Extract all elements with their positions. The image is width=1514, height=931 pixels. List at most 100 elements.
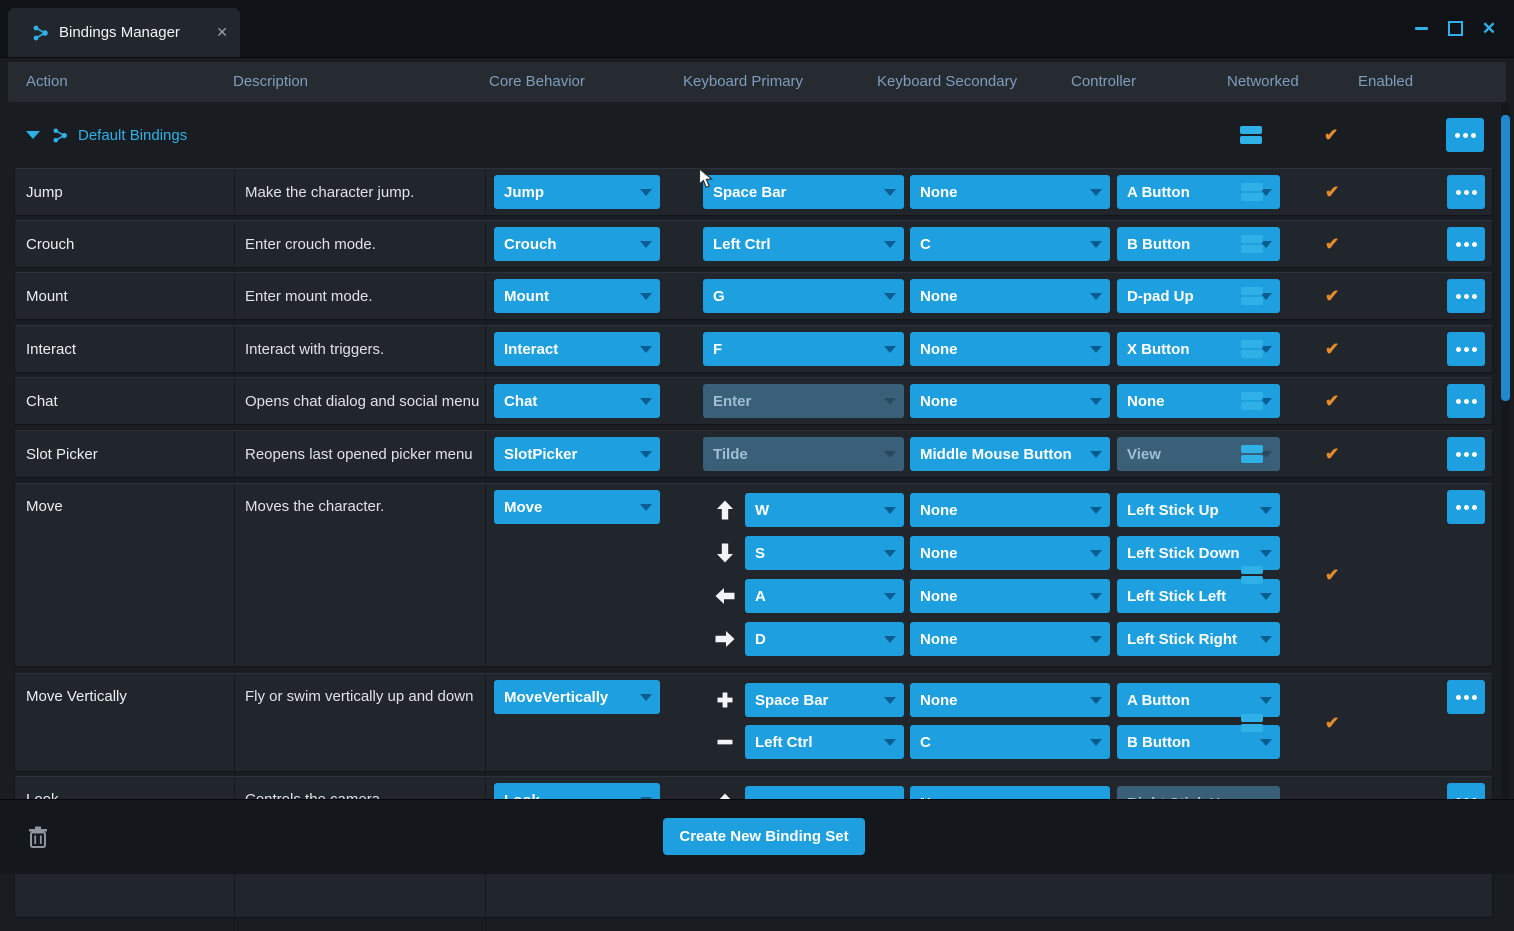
delete-binding-set-button[interactable] (28, 826, 48, 849)
tab-close-icon[interactable]: ✕ (216, 24, 228, 41)
dropdown-value: Mount (504, 288, 634, 305)
chevron-down-icon (1090, 550, 1102, 557)
more-options-button[interactable] (1447, 227, 1485, 261)
binding-row: Interact Interact with triggers. Interac… (14, 325, 1493, 373)
enabled-checkbox[interactable]: ✔ (1325, 714, 1339, 731)
keyboard-primary-dropdown[interactable]: Left Ctrl (745, 725, 904, 759)
enabled-checkbox[interactable]: ✔ (1325, 184, 1339, 201)
networked-icon[interactable] (1241, 286, 1263, 306)
enabled-checkbox[interactable]: ✔ (1324, 127, 1338, 144)
keyboard-secondary-dropdown[interactable]: Middle Mouse Button (910, 437, 1110, 471)
keyboard-primary-dropdown[interactable]: Left Ctrl (703, 227, 904, 261)
networked-icon[interactable] (1241, 713, 1263, 733)
keyboard-primary-dropdown[interactable]: S (745, 536, 904, 570)
keyboard-secondary-dropdown[interactable]: None (910, 493, 1110, 527)
action-name: Crouch (15, 221, 235, 267)
keyboard-primary-dropdown[interactable]: Tilde (703, 437, 904, 471)
networked-icon[interactable] (1241, 444, 1263, 464)
vertical-scrollbar-thumb[interactable] (1501, 115, 1510, 401)
controller-dropdown[interactable]: Left Stick Right (1117, 622, 1280, 656)
chevron-down-icon (884, 507, 896, 514)
more-options-button[interactable] (1447, 437, 1485, 471)
keyboard-primary-dropdown[interactable]: Space Bar (745, 683, 904, 717)
enabled-checkbox[interactable]: ✔ (1325, 567, 1339, 584)
more-options-button[interactable] (1447, 490, 1485, 524)
keyboard-secondary-dropdown[interactable]: None (910, 384, 1110, 418)
keyboard-primary-dropdown[interactable]: G (703, 279, 904, 313)
keyboard-primary-dropdown[interactable]: W (745, 493, 904, 527)
core-behavior-dropdown[interactable]: Mount (494, 279, 660, 313)
dropdown-value: Space Bar (713, 184, 878, 201)
networked-icon[interactable] (1241, 339, 1263, 359)
keyboard-primary-dropdown[interactable]: A (745, 579, 904, 613)
group-label: Default Bindings (78, 127, 187, 144)
create-new-binding-set-button[interactable]: Create New Binding Set (663, 818, 865, 855)
core-behavior-dropdown[interactable]: Crouch (494, 227, 660, 261)
chevron-down-icon (1260, 550, 1272, 557)
more-options-button[interactable] (1447, 680, 1485, 714)
arrow-down-icon (713, 543, 737, 563)
keyboard-secondary-dropdown[interactable]: C (910, 725, 1110, 759)
dropdown-value: Interact (504, 341, 634, 358)
collapse-toggle-icon[interactable] (26, 131, 40, 139)
keyboard-secondary-dropdown[interactable]: None (910, 683, 1110, 717)
col-networked: Networked (1227, 73, 1299, 90)
chevron-down-icon (1090, 593, 1102, 600)
dropdown-value: Move (504, 499, 634, 516)
keyboard-primary-dropdown[interactable]: D (745, 622, 904, 656)
maximize-button[interactable] (1446, 19, 1464, 37)
action-description: Opens chat dialog and social menu (235, 378, 486, 424)
networked-icon[interactable] (1241, 234, 1263, 254)
keyboard-secondary-dropdown[interactable]: None (910, 536, 1110, 570)
keyboard-primary-dropdown[interactable]: Enter (703, 384, 904, 418)
direction-row-down: S None Left Stick Down (660, 536, 1280, 570)
keyboard-secondary-dropdown[interactable]: C (910, 227, 1110, 261)
core-behavior-dropdown[interactable]: Interact (494, 332, 660, 366)
more-options-button[interactable] (1447, 175, 1485, 209)
keyboard-primary-dropdown[interactable]: F (703, 332, 904, 366)
keyboard-secondary-dropdown[interactable]: None (910, 579, 1110, 613)
chevron-down-icon (884, 189, 896, 196)
dropdown-value: A (755, 588, 878, 605)
close-button[interactable]: ✕ (1480, 19, 1498, 37)
chevron-down-icon (640, 398, 652, 405)
more-options-button[interactable] (1447, 384, 1485, 418)
col-description: Description (233, 73, 308, 90)
more-options-button[interactable] (1447, 332, 1485, 366)
vertical-scrollbar-track[interactable] (1501, 102, 1510, 798)
more-options-button[interactable] (1446, 118, 1484, 152)
dropdown-value: None (920, 588, 1084, 605)
networked-icon[interactable] (1241, 182, 1263, 202)
core-behavior-dropdown[interactable]: Move (494, 490, 660, 524)
tab-bindings-manager[interactable]: Bindings Manager ✕ (8, 8, 240, 57)
core-behavior-dropdown[interactable]: Chat (494, 384, 660, 418)
chevron-down-icon (1090, 636, 1102, 643)
keyboard-secondary-dropdown[interactable]: None (910, 175, 1110, 209)
chevron-down-icon (1260, 697, 1272, 704)
keyboard-secondary-dropdown[interactable]: None (910, 279, 1110, 313)
chevron-down-icon (884, 593, 896, 600)
core-behavior-dropdown[interactable]: SlotPicker (494, 437, 660, 471)
enabled-checkbox[interactable]: ✔ (1325, 236, 1339, 253)
action-description: Make the character jump. (235, 169, 486, 215)
core-behavior-dropdown[interactable]: MoveVertically (494, 680, 660, 714)
enabled-checkbox[interactable]: ✔ (1325, 288, 1339, 305)
dropdown-value: None (920, 341, 1084, 358)
core-behavior-dropdown[interactable]: Jump (494, 175, 660, 209)
networked-icon[interactable] (1241, 391, 1263, 411)
more-options-button[interactable] (1447, 279, 1485, 313)
binding-row: Mount Enter mount mode. Mount G None D-p… (14, 272, 1493, 320)
networked-icon[interactable] (1241, 565, 1263, 585)
minimize-button[interactable] (1412, 19, 1430, 37)
networked-icon[interactable] (1240, 125, 1262, 145)
enabled-checkbox[interactable]: ✔ (1325, 393, 1339, 410)
chevron-down-icon (640, 504, 652, 511)
enabled-checkbox[interactable]: ✔ (1325, 341, 1339, 358)
keyboard-secondary-dropdown[interactable]: None (910, 332, 1110, 366)
keyboard-secondary-dropdown[interactable]: None (910, 622, 1110, 656)
keyboard-primary-dropdown[interactable]: Space Bar (703, 175, 904, 209)
controller-dropdown[interactable]: Left Stick Up (1117, 493, 1280, 527)
dropdown-value: None (920, 692, 1084, 709)
enabled-checkbox[interactable]: ✔ (1325, 446, 1339, 463)
action-name: Move Vertically (15, 674, 235, 785)
